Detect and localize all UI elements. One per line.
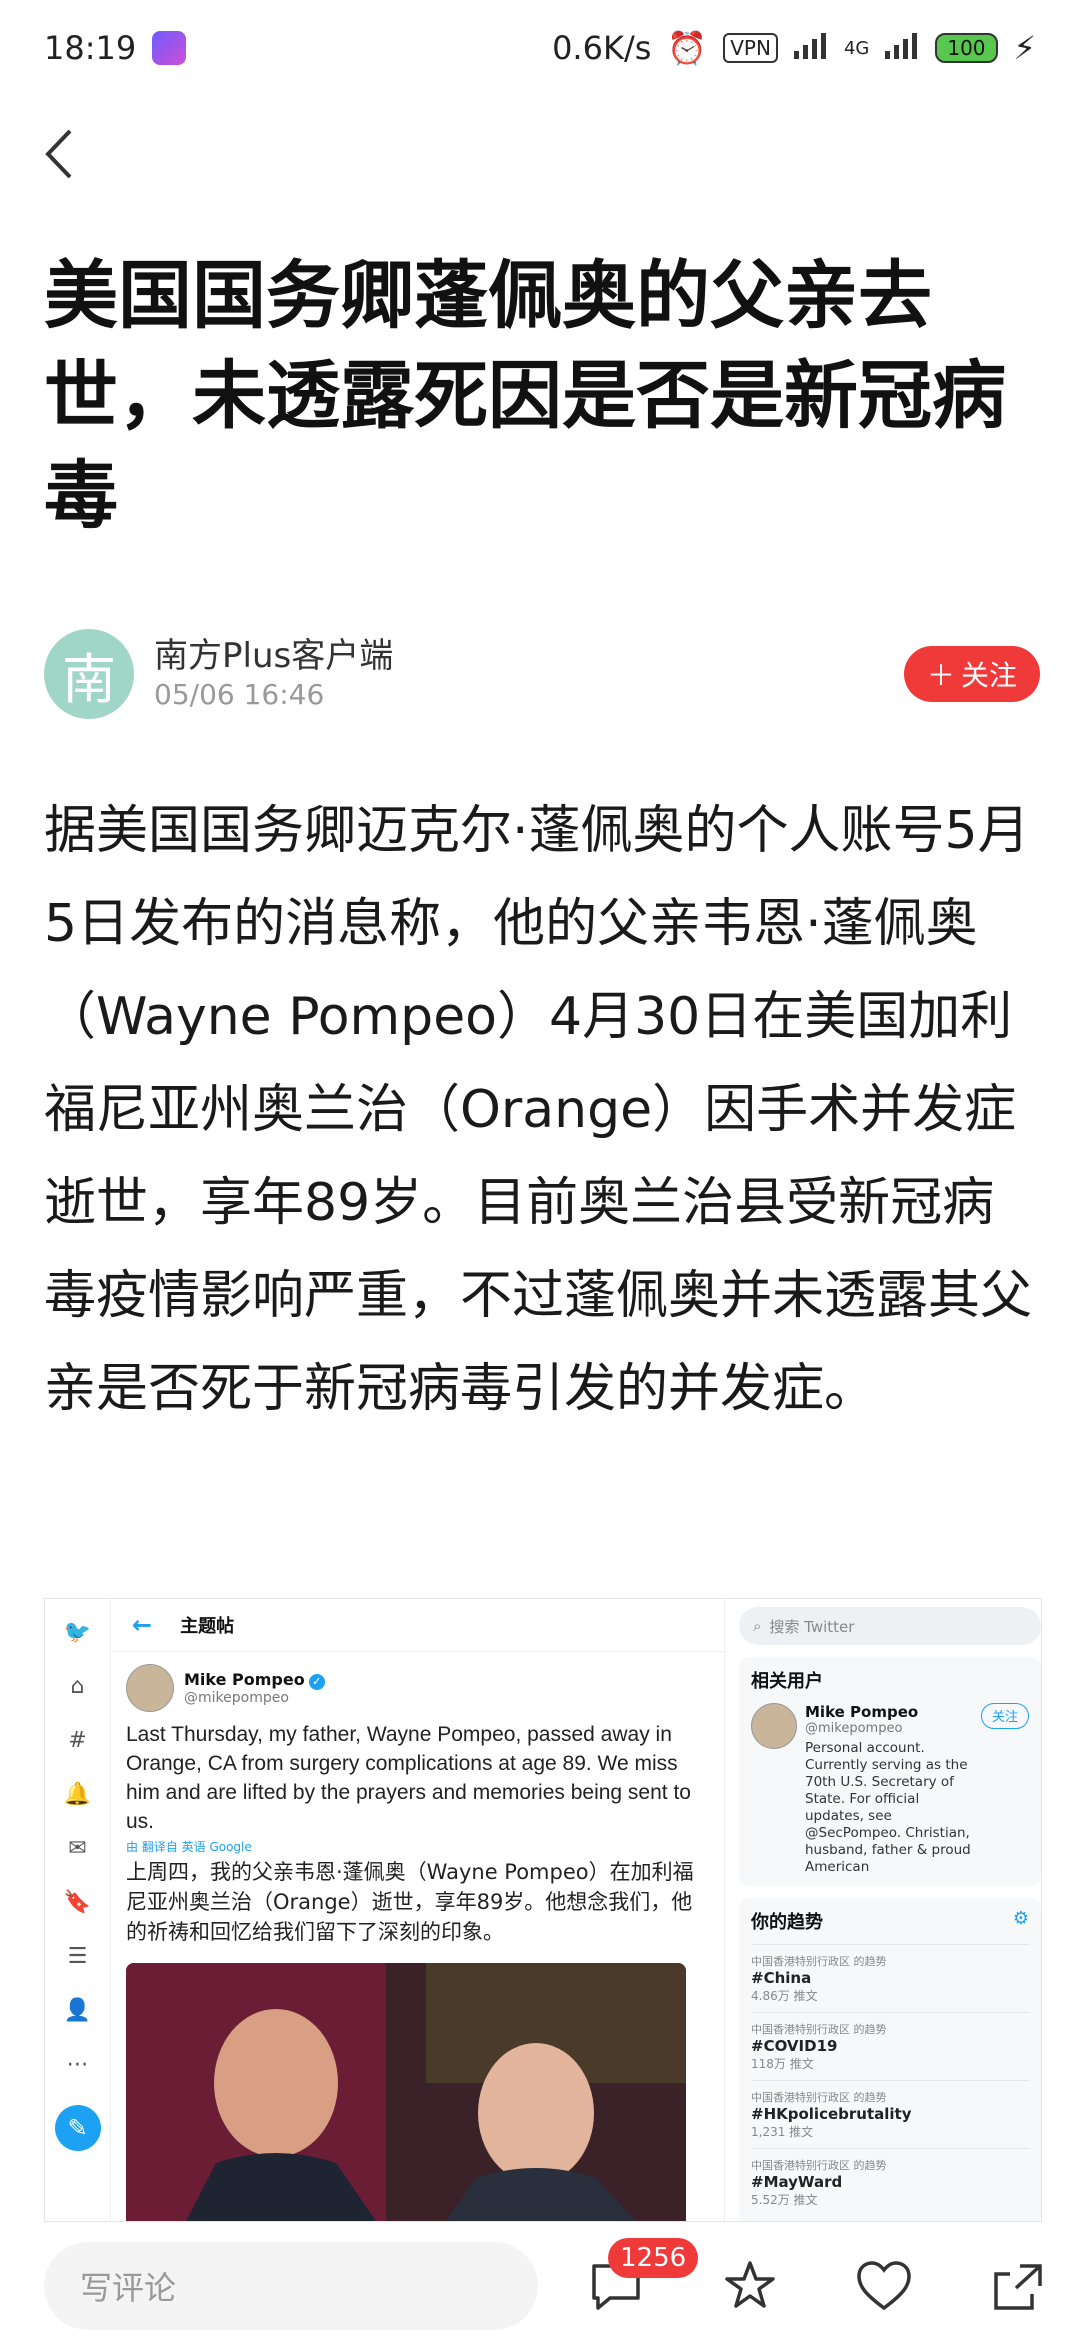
related-user-bio: Personal account. Currently serving as t… — [805, 1740, 971, 1875]
battery-indicator: 100 — [935, 33, 998, 63]
bottom-action-bar: 写评论 1256 — [0, 2232, 1080, 2340]
twitter-nav: 🐦 ⌂ # 🔔 ✉ 🔖 ☰ 👤 ⋯ ✎ — [45, 1599, 111, 2221]
status-bar: 18:19 0.6K/s ⏰ VPN 4G 100 ⚡ — [0, 0, 1080, 96]
signal-icon — [793, 29, 828, 67]
bookmark-icon: 🔖 — [63, 1889, 92, 1915]
article-title: 美国国务卿蓬佩奥的父亲去世，未透露死因是否是新冠病毒 — [44, 253, 1006, 539]
author-avatar[interactable]: 南 — [44, 629, 134, 719]
chevron-left-icon — [45, 129, 72, 179]
tweet-text: Last Thursday, my father, Wayne Pompeo, … — [126, 1723, 691, 1833]
trend-count: 4.86万 推文 — [751, 1989, 818, 2003]
vpn-badge: VPN — [723, 33, 778, 63]
tweet-photo — [126, 1963, 686, 2221]
alarm-icon: ⏰ — [667, 29, 708, 67]
related-users-card: 相关用户 Mike Pompeo @mikepompeo Personal ac… — [739, 1657, 1041, 1886]
related-user-follow: 关注 — [980, 1703, 1029, 1729]
bell-icon: 🔔 — [63, 1781, 92, 1807]
star-icon — [725, 2261, 775, 2308]
trend-count: 118万 推文 — [751, 2057, 814, 2071]
twitter-bird-icon: 🐦 — [63, 1619, 92, 1645]
trends-card: 你的趋势 ⚙ 中国香港特别行政区 的趋势 #China 4.86万 推文 中国香… — [739, 1898, 1041, 2221]
trends-title-text: 你的趋势 — [751, 1912, 823, 1933]
verified-icon: ✓ — [308, 1674, 325, 1690]
back-button[interactable] — [34, 124, 84, 184]
mail-icon: ✉ — [68, 1835, 87, 1861]
status-time: 18:19 — [44, 29, 137, 67]
trend-item: 中国香港特别行政区 的趋势 #HKpolicebrutality 1,231 推… — [751, 2080, 1029, 2148]
tweet-avatar — [126, 1664, 174, 1712]
compose-icon: ✎ — [54, 2105, 101, 2151]
charging-icon: ⚡ — [1013, 29, 1036, 67]
hashtag-icon: # — [68, 1727, 87, 1753]
author-name[interactable]: 南方Plus客户端 — [154, 635, 904, 677]
trend-item: 中国香港特别行政区 的趋势 #MayWard 5.52万 推文 — [751, 2148, 1029, 2216]
translation-label: 由 翻译自 英语 Google — [126, 1840, 252, 1854]
related-user-avatar — [751, 1703, 797, 1749]
network-type: 4G — [843, 37, 870, 59]
twitter-main: ← 主题帖 Mike Pompeo ✓ @mikepompeo Last Thur… — [112, 1599, 725, 2221]
network-speed: 0.6K/s — [552, 29, 652, 67]
list-icon: ☰ — [67, 1943, 88, 1969]
follow-label: 关注 — [961, 660, 1018, 691]
favorite-button[interactable] — [718, 2254, 782, 2318]
search-placeholder: 搜索 Twitter — [769, 1617, 855, 1636]
trend-tag: #COVID19 — [751, 2037, 838, 2055]
trend-tag: #China — [751, 1969, 812, 1987]
heart-icon — [857, 2261, 911, 2311]
trend-meta: 中国香港特别行政区 的趋势 — [751, 2159, 887, 2172]
more-icon: ⋯ — [66, 2051, 89, 2077]
trends-title: 你的趋势 ⚙ — [751, 1908, 1029, 1934]
share-button[interactable] — [986, 2254, 1050, 2318]
trend-tag: #MayWard — [751, 2173, 843, 2191]
trend-meta: 中国香港特别行政区 的趋势 — [751, 2091, 887, 2104]
related-user-handle: @mikepompeo — [805, 1721, 903, 1736]
settings-icon: ⚙ — [1012, 1908, 1029, 1929]
related-users-title: 相关用户 — [751, 1671, 823, 1692]
app-notification-icon — [152, 31, 187, 65]
signal-icon-2 — [885, 29, 919, 67]
tweet-author-handle: @mikepompeo — [184, 1690, 289, 1706]
comment-input[interactable]: 写评论 — [44, 2242, 538, 2330]
author-row: 南 南方Plus客户端 05/06 16:46 ＋ 关注 — [44, 624, 1040, 724]
article-body: 据美国国务卿迈克尔·蓬佩奥的个人账号5月5日发布的消息称，他的父亲韦恩·蓬佩奥（… — [44, 801, 1033, 1419]
follow-button[interactable]: ＋ 关注 — [904, 646, 1040, 702]
share-icon — [994, 2264, 1042, 2310]
home-icon: ⌂ — [70, 1673, 85, 1699]
thread-title: 主题帖 — [180, 1616, 235, 1637]
like-button[interactable] — [852, 2254, 916, 2318]
twitter-sidebar: ⌕ 搜索 Twitter 相关用户 Mike Pompeo @mikepompe… — [735, 1599, 1041, 2221]
profile-icon: 👤 — [63, 1997, 92, 2023]
trend-count: 5.52万 推文 — [751, 2193, 818, 2207]
trend-meta: 中国香港特别行政区 的趋势 — [751, 2023, 887, 2036]
publish-time: 05/06 16:46 — [154, 678, 325, 711]
trend-tag: #HKpolicebrutality — [751, 2105, 912, 2123]
comment-count-badge: 1256 — [608, 2238, 699, 2278]
trend-meta: 中国香港特别行政区 的趋势 — [751, 1955, 887, 1968]
arrow-left-icon: ← — [132, 1611, 153, 1639]
embedded-tweet-image[interactable]: 🐦 ⌂ # 🔔 ✉ 🔖 ☰ 👤 ⋯ ✎ ← 主题帖 Mike Pompeo ✓ @… — [44, 1598, 1042, 2222]
trend-item: 中国香港特别行政区 的趋势 #China 4.86万 推文 — [751, 1944, 1029, 2012]
related-user-name: Mike Pompeo — [805, 1703, 919, 1721]
plus-icon: ＋ — [926, 660, 955, 691]
tweet-translation: 上周四，我的父亲韦恩·蓬佩奥（Wayne Pompeo）在加利福尼亚州奥兰治（O… — [126, 1860, 694, 1944]
search-icon: ⌕ — [753, 1617, 762, 1635]
twitter-search: ⌕ 搜索 Twitter — [739, 1607, 1041, 1645]
trend-item: 中国香港特别行政区 的趋势 #COVID19 118万 推文 — [751, 2012, 1029, 2080]
trend-count: 1,231 推文 — [751, 2125, 814, 2139]
tweet-author-name: Mike Pompeo — [184, 1670, 305, 1689]
